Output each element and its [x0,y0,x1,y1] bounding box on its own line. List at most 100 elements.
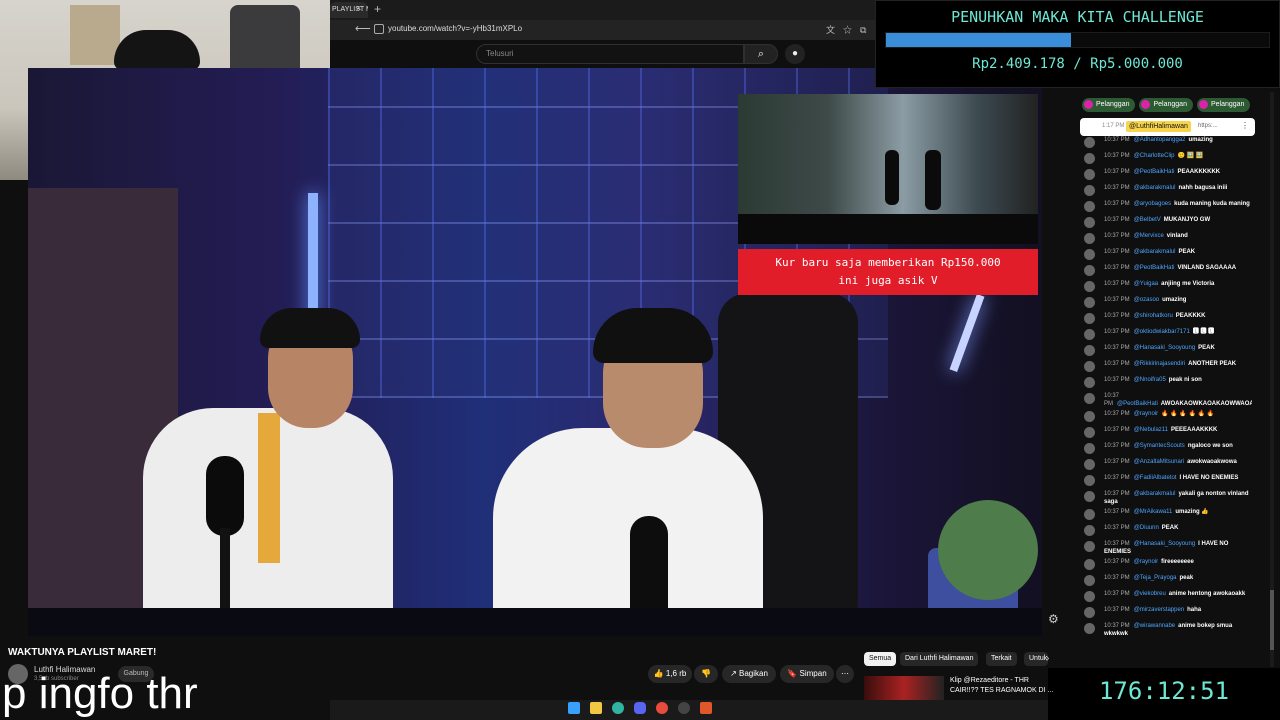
voice-search-button[interactable]: ● [785,44,805,64]
chat-username[interactable]: @PeotBaikHati [1134,169,1175,175]
like-button[interactable]: 👍 1,6 rb [648,665,692,683]
avatar[interactable] [1084,525,1095,536]
avatar[interactable] [1084,623,1095,634]
avatar[interactable] [1084,329,1095,340]
avatar[interactable] [1084,411,1095,422]
chat-username[interactable]: @ozasoo [1134,297,1159,303]
chat-username[interactable]: @mirzaverstappen [1134,607,1184,613]
chat-username[interactable]: @Diuunn [1134,525,1159,531]
membership-button[interactable]: Pelanggan [1139,98,1193,112]
chat-username[interactable]: @akbarakmalul [1134,491,1176,497]
avatar[interactable] [1084,185,1095,196]
avatar[interactable] [1084,559,1095,570]
avatar[interactable] [1084,297,1095,308]
chat-scrollbar[interactable] [1270,92,1274,667]
back-icon[interactable]: ⟵ [355,22,371,35]
avatar[interactable] [1084,281,1095,292]
chat-username[interactable]: @Yuigaa [1134,281,1158,287]
chat-username[interactable]: @aryobagoes [1134,201,1171,207]
edge-icon[interactable] [612,702,624,714]
chrome-icon[interactable] [656,702,668,714]
chat-username[interactable]: @Mervixce [1134,233,1164,239]
avatar[interactable] [1084,509,1095,520]
avatar[interactable] [1084,393,1095,404]
avatar[interactable] [1084,233,1095,244]
avatar[interactable] [1084,607,1095,618]
chat-username[interactable]: @shirohatkoru [1134,313,1173,319]
chat-username[interactable]: @akbarakmalul [1134,185,1176,191]
more-vert-icon[interactable]: ⋮ [1241,121,1249,130]
chat-username[interactable]: @FadilAlbatetot [1134,475,1177,481]
avatar[interactable] [1084,217,1095,228]
recommended-video-title[interactable]: Klip @Rezaeditore - THR [950,677,1029,684]
chip-related[interactable]: Terkait [986,652,1017,666]
chat-username[interactable]: @wirawannabe [1134,623,1175,629]
obs-icon[interactable] [678,702,690,714]
avatar[interactable] [1084,361,1095,372]
chat-username[interactable]: @viekobreu [1134,591,1166,597]
chat-username[interactable]: @MrAikawa11 [1134,509,1173,515]
extensions-icon[interactable]: ⧉ [860,25,874,35]
chat-username[interactable]: @Hanasaki_Sooyoung [1134,541,1195,547]
avatar[interactable] [1084,137,1095,148]
membership-button[interactable]: Pelanggan [1196,98,1251,112]
avatar[interactable] [1084,427,1095,438]
avatar[interactable] [1084,169,1095,180]
chat-username[interactable]: @oktiodwiakbar7171 [1134,329,1190,335]
avatar[interactable] [1084,153,1095,164]
recommended-video-title-line2[interactable]: CAIR!!?? TES RAGNAMOK DI ... [950,687,1053,694]
avatar[interactable] [1084,443,1095,454]
chat-username[interactable]: @SymantecScouts [1134,443,1185,449]
site-info-icon[interactable] [374,24,384,34]
chat-username[interactable]: @PeotBaikHati [1117,401,1158,407]
url-field[interactable]: youtube.com/watch?v=-yHb31mXPLo [388,24,522,33]
share-button[interactable]: ↗ Bagikan [722,665,776,683]
avatar[interactable] [1084,491,1095,502]
chevron-right-icon[interactable]: › [1046,653,1049,664]
new-tab-button[interactable]: + [374,2,381,16]
file-explorer-icon[interactable] [590,702,602,714]
chat-username[interactable]: @Nebulaz11 [1134,427,1168,433]
chat-username[interactable]: @AnzaltaMitsunari [1134,459,1184,465]
tab-close-icon[interactable]: × [356,3,361,13]
chat-username[interactable]: @Rikkirinajasendiri [1134,361,1185,367]
chat-username[interactable]: @raynoir [1134,411,1158,417]
browser-tab[interactable]: PLAYLIST M [330,2,368,18]
chat-username[interactable]: @akbarakmalul [1134,249,1176,255]
chip-all[interactable]: Semua [864,652,897,666]
avatar[interactable] [1084,265,1095,276]
pinned-text[interactable]: https:... [1198,123,1218,129]
chat-username[interactable]: @Nnoifra05 [1134,377,1166,383]
avatar[interactable] [1084,475,1095,486]
star-icon[interactable]: ☆ [843,25,860,35]
chip-from-channel[interactable]: Dari Luthfi Halimawan [900,652,979,666]
chat-username[interactable]: @BelbetV [1134,217,1161,223]
chat-username[interactable]: @PeotBaikHati [1134,265,1175,271]
chip-for-you[interactable]: Untuk [1024,652,1048,666]
avatar[interactable] [1084,591,1095,602]
search-button[interactable]: ⌕ [744,44,778,64]
avatar[interactable] [1084,377,1095,388]
translate-icon[interactable]: 文 [826,25,843,35]
chat-username[interactable]: @Teja_Prayoga [1134,575,1177,581]
avatar[interactable] [1084,249,1095,260]
chat-username[interactable]: @Adhantopangga2 [1134,137,1186,143]
windows-start-icon[interactable] [568,702,580,714]
brave-icon[interactable] [700,702,712,714]
avatar[interactable] [1084,313,1095,324]
more-actions-button[interactable]: ⋯ [836,665,854,683]
avatar[interactable] [1084,541,1095,552]
chat-username[interactable]: @raynoir [1134,559,1158,565]
avatar[interactable] [1084,201,1095,212]
avatar[interactable] [1084,345,1095,356]
search-input[interactable] [476,44,744,64]
discord-icon[interactable] [634,702,646,714]
avatar[interactable] [1084,459,1095,470]
chat-username[interactable]: @CharlotteClip [1134,153,1175,159]
dislike-button[interactable]: 👎 [694,665,718,683]
recommended-video-thumbnail[interactable] [864,676,944,700]
chat-username[interactable]: @Hanasaki_Sooyoung [1134,345,1195,351]
save-button[interactable]: 🔖 Simpan [780,665,834,683]
avatar[interactable] [1084,575,1095,586]
chat-scroll-thumb[interactable] [1270,590,1274,650]
